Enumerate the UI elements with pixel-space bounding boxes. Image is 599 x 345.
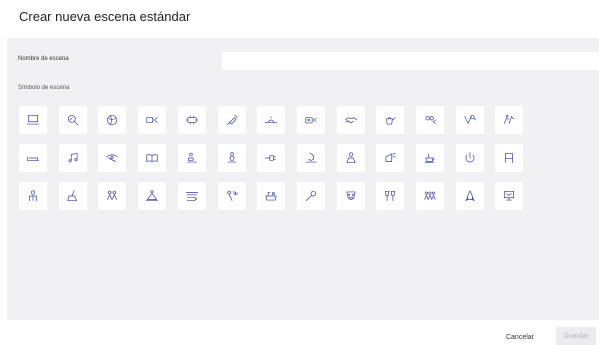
symbol-tile[interactable] xyxy=(218,144,246,172)
symbol-tile[interactable] xyxy=(98,182,126,210)
symbol-tile[interactable] xyxy=(376,182,404,210)
cooking-icon xyxy=(186,152,198,163)
symbol-tile[interactable] xyxy=(337,182,365,210)
ball-icon xyxy=(106,114,118,126)
symbol-tile[interactable] xyxy=(257,106,285,134)
symbol-tile[interactable] xyxy=(297,182,325,210)
symbol-tile[interactable] xyxy=(138,106,166,134)
family-icon xyxy=(424,191,436,200)
symbol-tile[interactable] xyxy=(416,106,444,134)
bed-icon xyxy=(26,156,40,161)
symbol-tile[interactable] xyxy=(416,144,444,172)
symbol-tile[interactable] xyxy=(218,106,246,134)
plug-icon xyxy=(264,155,277,161)
symbol-tile[interactable] xyxy=(495,106,523,134)
glasses-icon xyxy=(384,190,396,202)
symbol-tile[interactable] xyxy=(257,182,285,210)
symbol-tile[interactable] xyxy=(218,182,246,210)
monitor-icon xyxy=(503,190,515,201)
symbol-tile[interactable] xyxy=(19,144,47,172)
laptop-icon xyxy=(26,114,40,125)
symbol-tile[interactable] xyxy=(98,144,126,172)
symbol-tile[interactable] xyxy=(59,106,87,134)
book-icon xyxy=(146,154,158,162)
moon-icon xyxy=(305,152,317,163)
meditation-icon xyxy=(227,152,237,163)
broom-icon xyxy=(67,190,77,202)
hands-icon xyxy=(503,114,515,124)
symbol-tile[interactable] xyxy=(337,106,365,134)
symbol-tile[interactable] xyxy=(59,182,87,210)
symbol-tile[interactable] xyxy=(456,106,484,134)
symbol-tile[interactable] xyxy=(495,182,523,210)
symbol-tile[interactable] xyxy=(376,106,404,134)
symbol-tile[interactable] xyxy=(59,144,87,172)
bath-icon xyxy=(265,192,277,201)
symbol-tile[interactable] xyxy=(376,144,404,172)
symbol-tile[interactable] xyxy=(178,144,206,172)
dialog-title: Crear nueva escena estándar xyxy=(19,9,191,24)
symbol-tile[interactable] xyxy=(416,182,444,210)
scene-name-label: Nombre de escena xyxy=(18,56,69,62)
symbol-tile[interactable] xyxy=(337,144,365,172)
scene-form-panel: Nombre de escena Símbolo de escena xyxy=(7,38,599,320)
reading-icon xyxy=(346,152,356,164)
power-icon xyxy=(465,152,475,163)
chair-icon xyxy=(505,152,513,164)
sunrise-icon xyxy=(264,116,278,123)
save-button[interactable]: Guardar xyxy=(556,327,596,345)
coffee-cup-icon xyxy=(424,153,435,164)
syringe-icon xyxy=(226,114,238,126)
magnifier-icon xyxy=(67,114,79,126)
symbol-tile[interactable] xyxy=(98,106,126,134)
table-icon xyxy=(185,115,199,125)
wrench-icon xyxy=(305,190,317,202)
cancel-button[interactable]: Cancelar xyxy=(500,330,540,344)
shower-icon xyxy=(185,192,199,202)
sprinkler-icon xyxy=(227,190,238,202)
watering-can-icon xyxy=(386,117,396,125)
symbol-tile[interactable] xyxy=(297,106,325,134)
group-icon xyxy=(425,116,437,124)
megaphone-icon xyxy=(385,152,396,162)
symbol-tile[interactable] xyxy=(456,144,484,172)
symbol-tile[interactable] xyxy=(138,182,166,210)
eye-icon xyxy=(106,154,118,162)
scene-name-input[interactable] xyxy=(222,52,599,70)
symbol-tile[interactable] xyxy=(257,144,285,172)
picnic-icon xyxy=(145,190,159,202)
symbol-tile[interactable] xyxy=(297,144,325,172)
music-note-icon xyxy=(68,152,78,163)
rocket-icon xyxy=(465,190,475,202)
projector-icon xyxy=(146,117,158,123)
person-icon xyxy=(29,190,37,202)
symbol-tile[interactable] xyxy=(19,106,47,134)
handshake-icon xyxy=(344,117,358,124)
symbol-tile[interactable] xyxy=(178,106,206,134)
symbol-tile[interactable] xyxy=(138,144,166,172)
symbol-tile[interactable] xyxy=(178,182,206,210)
camera-icon xyxy=(305,117,317,124)
people-icon xyxy=(106,190,118,200)
symbol-tile[interactable] xyxy=(495,144,523,172)
masks-icon xyxy=(346,191,356,200)
symbol-tile[interactable] xyxy=(19,182,47,210)
scene-symbol-label: Símbolo de escena xyxy=(18,85,70,91)
pipette-icon xyxy=(464,114,477,124)
symbol-tile[interactable] xyxy=(456,182,484,210)
